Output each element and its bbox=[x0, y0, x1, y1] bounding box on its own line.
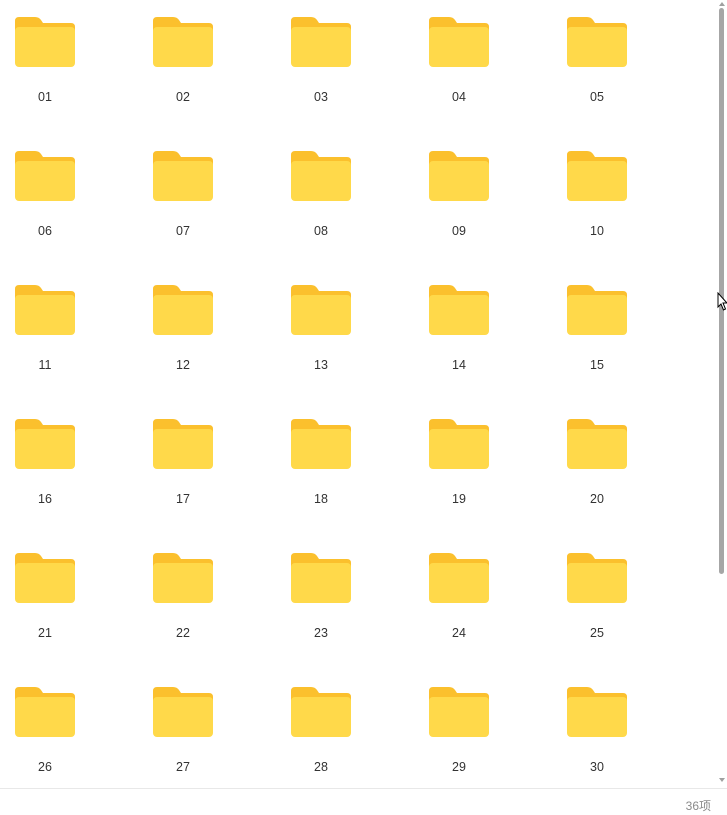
folder-item[interactable]: 12 bbox=[138, 268, 228, 388]
folder-icon bbox=[429, 419, 489, 469]
folder-icon bbox=[15, 151, 75, 201]
folder-label: 30 bbox=[590, 760, 604, 774]
folder-item[interactable]: 13 bbox=[276, 268, 366, 388]
folder-icon bbox=[15, 687, 75, 737]
scroll-up-arrow-icon[interactable] bbox=[719, 2, 725, 6]
mouse-cursor-icon bbox=[717, 292, 727, 311]
folder-label: 22 bbox=[176, 626, 190, 640]
folder-icon bbox=[291, 553, 351, 603]
folder-item[interactable]: 09 bbox=[414, 134, 504, 254]
folder-icon bbox=[153, 553, 213, 603]
folder-icon bbox=[15, 553, 75, 603]
folder-item[interactable]: 08 bbox=[276, 134, 366, 254]
folder-item[interactable]: 06 bbox=[0, 134, 90, 254]
folder-label: 16 bbox=[38, 492, 52, 506]
folder-icon bbox=[153, 687, 213, 737]
folder-label: 03 bbox=[314, 90, 328, 104]
folder-label: 19 bbox=[452, 492, 466, 506]
folder-item[interactable]: 21 bbox=[0, 536, 90, 656]
folder-label: 17 bbox=[176, 492, 190, 506]
folder-label: 15 bbox=[590, 358, 604, 372]
folder-icon bbox=[567, 687, 627, 737]
folder-label: 02 bbox=[176, 90, 190, 104]
vertical-scrollbar[interactable] bbox=[718, 0, 727, 788]
folder-item[interactable]: 29 bbox=[414, 670, 504, 788]
folder-icon bbox=[291, 687, 351, 737]
folder-item[interactable]: 01 bbox=[0, 0, 90, 120]
folder-item[interactable]: 18 bbox=[276, 402, 366, 522]
folder-item[interactable]: 26 bbox=[0, 670, 90, 788]
folder-icon bbox=[567, 151, 627, 201]
folder-label: 04 bbox=[452, 90, 466, 104]
folder-item[interactable]: 25 bbox=[552, 536, 642, 656]
folder-icon bbox=[153, 419, 213, 469]
folder-icon bbox=[291, 17, 351, 67]
folder-icon bbox=[15, 17, 75, 67]
folder-icon bbox=[291, 285, 351, 335]
folder-icon bbox=[429, 687, 489, 737]
folder-icon bbox=[15, 285, 75, 335]
folder-icon bbox=[567, 553, 627, 603]
folder-icon bbox=[291, 151, 351, 201]
folder-item[interactable]: 14 bbox=[414, 268, 504, 388]
folder-icon bbox=[153, 285, 213, 335]
folder-item[interactable]: 07 bbox=[138, 134, 228, 254]
folder-label: 23 bbox=[314, 626, 328, 640]
folder-label: 29 bbox=[452, 760, 466, 774]
folder-item[interactable]: 10 bbox=[552, 134, 642, 254]
folder-label: 06 bbox=[38, 224, 52, 238]
folder-icon bbox=[567, 17, 627, 67]
folder-icon bbox=[429, 151, 489, 201]
folder-item[interactable]: 16 bbox=[0, 402, 90, 522]
folder-label: 25 bbox=[590, 626, 604, 640]
folder-item[interactable]: 03 bbox=[276, 0, 366, 120]
folder-label: 13 bbox=[314, 358, 328, 372]
scrollbar-thumb[interactable] bbox=[719, 8, 724, 574]
folder-icon bbox=[153, 151, 213, 201]
folder-item[interactable]: 27 bbox=[138, 670, 228, 788]
folder-label: 28 bbox=[314, 760, 328, 774]
item-count: 36项 bbox=[685, 799, 711, 813]
folder-label: 14 bbox=[452, 358, 466, 372]
folder-label: 08 bbox=[314, 224, 328, 238]
folder-label: 24 bbox=[452, 626, 466, 640]
folder-label: 18 bbox=[314, 492, 328, 506]
folder-label: 05 bbox=[590, 90, 604, 104]
folder-label: 11 bbox=[38, 358, 52, 372]
folder-label: 12 bbox=[176, 358, 190, 372]
scroll-down-arrow-icon[interactable] bbox=[719, 778, 725, 782]
folder-icon bbox=[15, 419, 75, 469]
folder-item[interactable]: 19 bbox=[414, 402, 504, 522]
folder-item[interactable]: 02 bbox=[138, 0, 228, 120]
folder-item[interactable]: 15 bbox=[552, 268, 642, 388]
folder-label: 27 bbox=[176, 760, 190, 774]
folder-grid-viewport: 01 02 03 04 05 06 07 08 09 10 11 12 13 14 15 16 17 18 19 20… bbox=[0, 0, 718, 788]
folder-label: 07 bbox=[176, 224, 190, 238]
folder-item[interactable]: 30 bbox=[552, 670, 642, 788]
folder-icon bbox=[429, 553, 489, 603]
folder-item[interactable]: 05 bbox=[552, 0, 642, 120]
file-browser-window: 01 02 03 04 05 06 07 08 09 10 11 12 13 14 15 16 17 18 19 20… bbox=[0, 0, 727, 815]
folder-item[interactable]: 24 bbox=[414, 536, 504, 656]
folder-label: 20 bbox=[590, 492, 604, 506]
folder-label: 01 bbox=[38, 90, 52, 104]
folder-icon bbox=[567, 419, 627, 469]
folder-item[interactable]: 11 bbox=[0, 268, 90, 388]
folder-icon bbox=[429, 17, 489, 67]
folder-icon bbox=[291, 419, 351, 469]
folder-item[interactable]: 04 bbox=[414, 0, 504, 120]
folder-item[interactable]: 17 bbox=[138, 402, 228, 522]
folder-item[interactable]: 23 bbox=[276, 536, 366, 656]
folder-label: 26 bbox=[38, 760, 52, 774]
folder-label: 09 bbox=[452, 224, 466, 238]
folder-icon bbox=[153, 17, 213, 67]
folder-label: 21 bbox=[38, 626, 52, 640]
folder-item[interactable]: 28 bbox=[276, 670, 366, 788]
folder-item[interactable]: 20 bbox=[552, 402, 642, 522]
folder-icon bbox=[429, 285, 489, 335]
folder-label: 10 bbox=[590, 224, 604, 238]
folder-icon bbox=[567, 285, 627, 335]
folder-item[interactable]: 22 bbox=[138, 536, 228, 656]
status-bar: 36项 bbox=[0, 788, 727, 815]
